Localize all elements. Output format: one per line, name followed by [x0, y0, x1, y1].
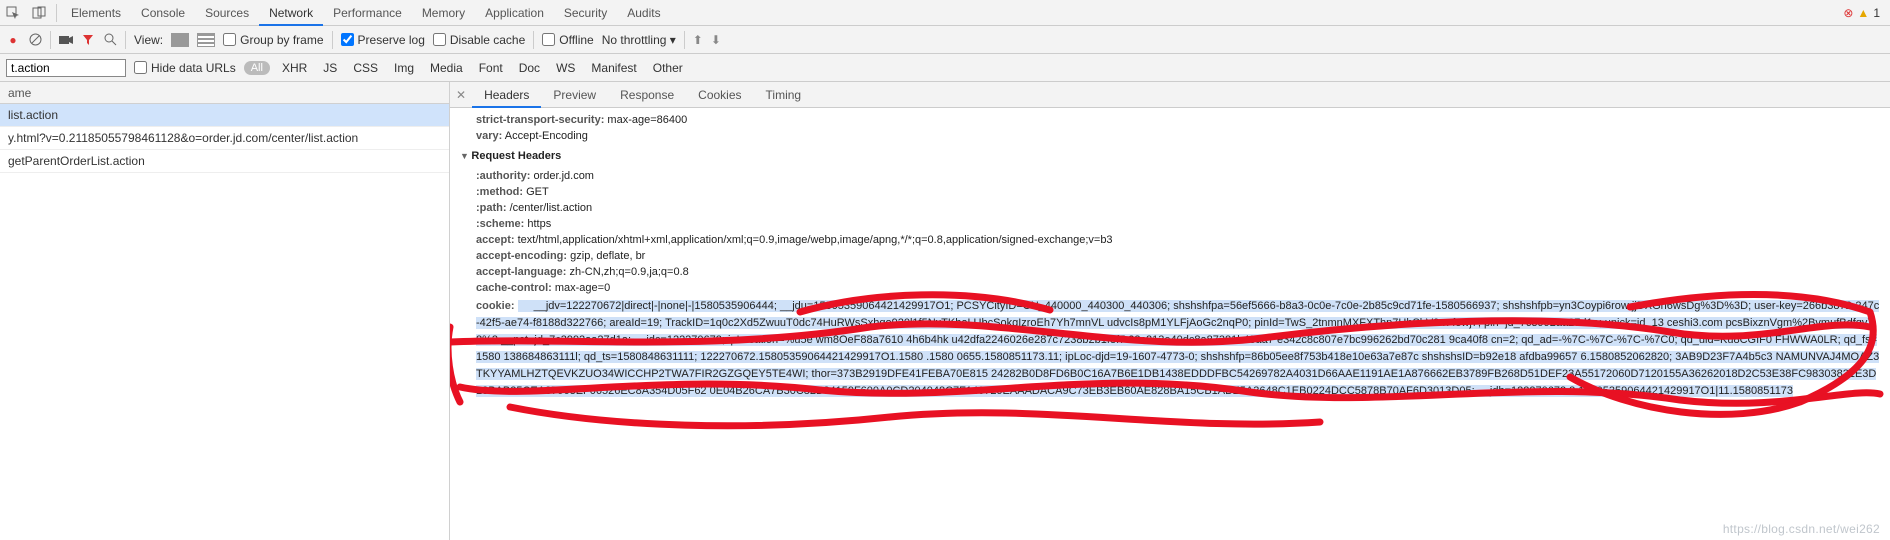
request-header-line: cache-control: max-age=0: [460, 280, 1880, 296]
inspect-icon[interactable]: [6, 6, 20, 20]
details-pane: ✕ Headers Preview Response Cookies Timin…: [450, 82, 1890, 540]
tab-performance[interactable]: Performance: [323, 0, 412, 26]
tab-sources[interactable]: Sources: [195, 0, 259, 26]
request-list: ame list.action y.html?v=0.2118505579846…: [0, 82, 450, 540]
filter-all[interactable]: All: [244, 61, 270, 75]
request-header-line: accept-language: zh-CN,zh;q=0.9,ja;q=0.8: [460, 264, 1880, 280]
content-area: ame list.action y.html?v=0.2118505579846…: [0, 82, 1890, 540]
view-label: View:: [134, 33, 163, 47]
request-header-line: :authority: order.jd.com: [460, 168, 1880, 184]
request-header-line: accept-encoding: gzip, deflate, br: [460, 248, 1880, 264]
network-toolbar: ● View: Group by frame Preserve log Disa…: [0, 26, 1890, 54]
hide-data-urls-checkbox[interactable]: Hide data URLs: [134, 61, 236, 75]
clear-icon[interactable]: [28, 33, 42, 47]
record-icon[interactable]: ●: [6, 33, 20, 47]
name-column-header[interactable]: ame: [0, 82, 449, 104]
tab-elements[interactable]: Elements: [61, 0, 131, 26]
filter-media[interactable]: Media: [426, 61, 467, 75]
response-header-line: strict-transport-security: max-age=86400: [460, 112, 1880, 128]
filter-img[interactable]: Img: [390, 61, 418, 75]
details-tabs: ✕ Headers Preview Response Cookies Timin…: [450, 82, 1890, 108]
download-icon[interactable]: ⬇: [711, 33, 721, 47]
request-row[interactable]: list.action: [0, 104, 449, 127]
tab-network[interactable]: Network: [259, 0, 323, 26]
throttle-select[interactable]: No throttling ▾: [602, 33, 676, 47]
headers-view[interactable]: strict-transport-security: max-age=86400…: [450, 108, 1890, 540]
response-header-line: vary: Accept-Encoding: [460, 128, 1880, 144]
request-header-line: :method: GET: [460, 184, 1880, 200]
request-headers-section[interactable]: Request Headers: [460, 144, 1880, 168]
tab-headers[interactable]: Headers: [472, 82, 541, 108]
filter-bar: Hide data URLs All XHR JS CSS Img Media …: [0, 54, 1890, 82]
filter-js[interactable]: JS: [319, 61, 341, 75]
disable-cache-checkbox[interactable]: Disable cache: [433, 33, 525, 47]
request-header-line: accept: text/html,application/xhtml+xml,…: [460, 232, 1880, 248]
filter-input[interactable]: [6, 59, 126, 77]
preserve-log-checkbox[interactable]: Preserve log: [341, 33, 425, 47]
tab-console[interactable]: Console: [131, 0, 195, 26]
close-icon[interactable]: ✕: [456, 88, 466, 102]
tab-application[interactable]: Application: [475, 0, 554, 26]
filter-font[interactable]: Font: [475, 61, 507, 75]
filter-icon[interactable]: [81, 33, 95, 47]
devtools-tabbar: Elements Console Sources Network Perform…: [0, 0, 1890, 26]
tab-audits[interactable]: Audits: [617, 0, 670, 26]
filter-doc[interactable]: Doc: [515, 61, 544, 75]
upload-icon[interactable]: ⬆: [693, 33, 703, 47]
filter-xhr[interactable]: XHR: [278, 61, 311, 75]
offline-checkbox[interactable]: Offline: [542, 33, 593, 47]
tab-preview[interactable]: Preview: [541, 82, 608, 108]
device-icon[interactable]: [32, 6, 46, 20]
tab-memory[interactable]: Memory: [412, 0, 475, 26]
search-icon[interactable]: [103, 33, 117, 47]
camera-icon[interactable]: [59, 33, 73, 47]
request-header-line: :path: /center/list.action: [460, 200, 1880, 216]
separator: [56, 4, 57, 22]
request-row[interactable]: getParentOrderList.action: [0, 150, 449, 173]
tab-cookies[interactable]: Cookies: [686, 82, 753, 108]
tab-security[interactable]: Security: [554, 0, 617, 26]
cookie-value: __jdv=122270672|direct|-|none|-|15805359…: [476, 300, 1879, 397]
filter-css[interactable]: CSS: [349, 61, 382, 75]
filter-manifest[interactable]: Manifest: [587, 61, 640, 75]
filter-other[interactable]: Other: [649, 61, 687, 75]
group-by-frame-checkbox[interactable]: Group by frame: [223, 33, 323, 47]
tab-response[interactable]: Response: [608, 82, 686, 108]
view-large-icon[interactable]: [171, 33, 189, 47]
warning-icon[interactable]: ▲: [1857, 6, 1869, 20]
watermark: https://blog.csdn.net/wei262: [1723, 522, 1880, 536]
request-header-line: :scheme: https: [460, 216, 1880, 232]
filter-ws[interactable]: WS: [552, 61, 579, 75]
request-row[interactable]: y.html?v=0.21185055798461128&o=order.jd.…: [0, 127, 449, 150]
view-small-icon[interactable]: [197, 33, 215, 47]
error-icon[interactable]: ⊗: [1843, 6, 1853, 20]
warning-count: 1: [1873, 6, 1880, 20]
tab-timing[interactable]: Timing: [754, 82, 814, 108]
cookie-header: cookie: __jdv=122270672|direct|-|none|-|…: [460, 296, 1880, 402]
